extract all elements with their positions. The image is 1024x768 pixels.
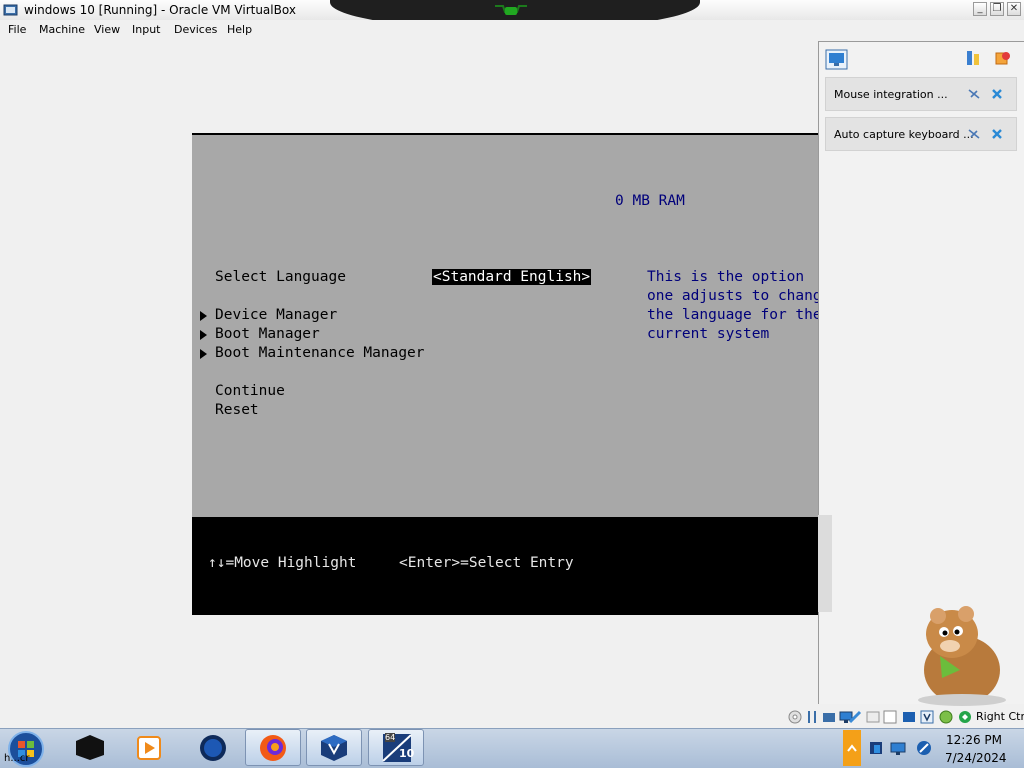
menu-devices[interactable]: Devices (174, 23, 217, 36)
submenu-arrow-icon (200, 330, 207, 340)
submenu-arrow-icon (200, 349, 207, 359)
submenu-arrow-icon (200, 311, 207, 321)
bios-footer-bar: ↑↓=Move Highlight <Enter>=Select Entry (192, 517, 819, 615)
help-line-4: current system (647, 326, 770, 342)
shared-folders-icon[interactable] (822, 710, 836, 724)
notification-info-icon[interactable] (968, 88, 980, 100)
menu-view[interactable]: View (94, 23, 120, 36)
start-overlay-label: h...cr (4, 753, 30, 764)
mouse-integration-icon[interactable] (920, 710, 934, 724)
hamster-mascot-image (918, 606, 1006, 706)
host-key-label: Right Ctrl (976, 710, 1024, 723)
restore-icon: ❐ (992, 3, 1002, 14)
firefox-app-icon (260, 735, 286, 761)
usb-icon[interactable] (805, 710, 819, 724)
restore-button[interactable]: ❐ (990, 2, 1004, 16)
footer-move-hint: ↑↓=Move Highlight (208, 555, 357, 571)
tray-network-icon[interactable] (916, 740, 932, 756)
globe-app-icon (200, 735, 226, 761)
start-button[interactable]: h...cr (0, 729, 58, 768)
reset-item[interactable]: Reset (215, 401, 259, 420)
select-language-value[interactable]: <Standard English> (432, 268, 592, 287)
boot-manager-item[interactable]: Boot Manager (215, 325, 320, 344)
device-manager-item[interactable]: Device Manager (215, 306, 337, 325)
minimize-button[interactable]: _ (973, 2, 987, 16)
terminal-app-icon (76, 735, 104, 760)
network-icon[interactable] (848, 710, 862, 724)
host-key-indicator-icon[interactable] (958, 710, 972, 724)
app-badge-64: 64 (385, 733, 396, 742)
virtualbox-window-icon (3, 4, 18, 16)
keep-notifications-icon[interactable] (965, 50, 981, 66)
menu-help[interactable]: Help (227, 23, 252, 36)
menu-input[interactable]: Input (132, 23, 160, 36)
notification-center-toggle-icon[interactable] (825, 49, 848, 70)
vm-status-led-icon (495, 5, 527, 15)
tray-virtualbox-icon[interactable] (868, 740, 884, 756)
clock-time[interactable]: 12:26 PM (945, 733, 1003, 747)
taskbar-app-globe[interactable] (184, 729, 240, 766)
notification-close-icon[interactable] (991, 88, 1003, 100)
minimize-icon: _ (977, 3, 983, 14)
notification-info-icon[interactable] (968, 128, 980, 140)
notification-auto-capture-keyboard[interactable]: Auto capture keyboard ... (825, 117, 1017, 151)
taskbar-app-terminal[interactable] (62, 729, 118, 766)
close-button[interactable]: ✕ (1007, 2, 1021, 16)
language-value-text[interactable]: <Standard English> (432, 269, 592, 285)
bios-ram-info: 0 MB RAM (615, 193, 685, 209)
notification-mouse-integration[interactable]: Mouse integration ... (825, 77, 1017, 111)
taskbar-app-virtualbox[interactable] (306, 729, 362, 766)
capture-icon[interactable] (902, 710, 916, 724)
chevron-up-icon (847, 744, 857, 752)
taskbar-app-media-player[interactable] (122, 729, 178, 766)
virtualbox-app-icon (321, 735, 347, 761)
taskbar-app-firefox[interactable] (245, 729, 301, 766)
boot-maintenance-manager-item[interactable]: Boot Maintenance Manager (215, 344, 425, 363)
optical-disk-icon[interactable] (788, 710, 802, 724)
window-title: windows 10 [Running] - Oracle VM Virtual… (24, 3, 296, 17)
taskbar-app-virtualbox-win10[interactable]: 64 10 (368, 729, 424, 766)
keyboard-icon[interactable] (939, 710, 953, 724)
notification-close-icon[interactable] (991, 128, 1003, 140)
audio-icon[interactable] (883, 710, 897, 724)
bios-setup-screen[interactable]: 0 MB RAM Select Language <Standard Engli… (192, 133, 830, 615)
guest-scrollbar[interactable] (818, 515, 832, 612)
continue-item[interactable]: Continue (215, 382, 285, 401)
clock-date[interactable]: 7/24/2024 (945, 751, 1007, 765)
close-icon: ✕ (1009, 3, 1019, 14)
tray-display-icon[interactable] (890, 742, 906, 756)
media-player-app-icon (137, 736, 161, 760)
help-line-2: one adjusts to change (647, 288, 831, 304)
dismiss-all-notifications-icon[interactable] (995, 50, 1011, 66)
help-line-3: the language for the (647, 307, 822, 323)
menu-file[interactable]: File (8, 23, 26, 36)
show-hidden-icons-button[interactable] (843, 730, 861, 766)
help-line-1: This is the option (647, 269, 805, 285)
notification-text: Mouse integration ... (834, 88, 948, 101)
select-language-label[interactable]: Select Language (215, 268, 346, 287)
hard-disk-icon[interactable] (866, 710, 880, 724)
footer-select-hint: <Enter>=Select Entry (399, 555, 574, 571)
app-badge-10: 10 (399, 747, 415, 760)
notification-text: Auto capture keyboard ... (834, 128, 974, 141)
menu-machine[interactable]: Machine (39, 23, 85, 36)
